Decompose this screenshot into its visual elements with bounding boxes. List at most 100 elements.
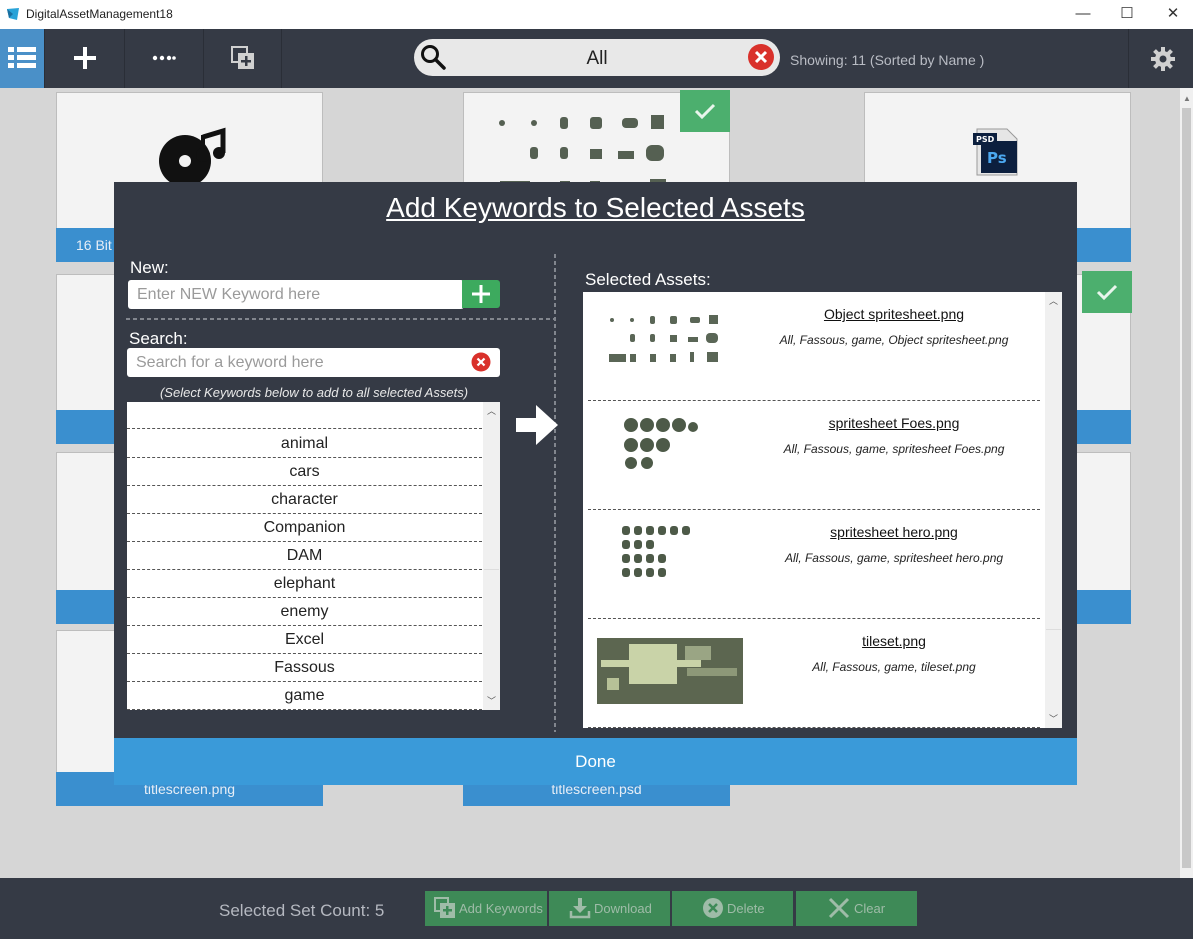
new-keyword-field[interactable] [128, 280, 464, 309]
keyword-search-input[interactable] [127, 348, 500, 377]
selected-check[interactable] [1082, 271, 1132, 313]
window-title: DigitalAssetManagement18 [26, 7, 173, 21]
delete-icon [703, 898, 723, 918]
clear-keyword-search-icon[interactable] [471, 352, 491, 372]
keyword-item[interactable]: character [127, 486, 482, 514]
add-keywords-label: Add Keywords [459, 901, 543, 916]
plus-icon [74, 47, 96, 69]
arrow-right-icon [516, 405, 558, 445]
add-keyword-icon [434, 897, 455, 918]
list-icon [8, 47, 36, 68]
asset-name[interactable]: spritesheet hero.png [738, 524, 1050, 540]
minimize-button[interactable]: — [1060, 0, 1106, 29]
keyword-item[interactable]: enemy [127, 598, 482, 626]
clear-label: Clear [854, 901, 886, 916]
keyword-item[interactable] [127, 402, 482, 429]
done-button[interactable]: Done [114, 738, 1077, 785]
keyword-hint: (Select Keywords below to add to all sel… [159, 385, 469, 400]
download-button[interactable]: Download [549, 891, 670, 926]
keyword-item[interactable]: cars [127, 458, 482, 486]
asset-name[interactable]: tileset.png [738, 633, 1050, 649]
hero-spritesheet-thumbnail [622, 526, 690, 577]
keyword-list-scrollbar[interactable]: ︿ ﹀ [483, 402, 500, 710]
add-new-keyword-button[interactable] [462, 280, 500, 308]
scroll-up-arrow[interactable]: ︿ [487, 404, 496, 417]
more-icon [152, 55, 176, 61]
object-spritesheet-thumbnail [609, 315, 718, 362]
asset-keywords: All, Fassous, game, spritesheet Foes.png [783, 442, 1005, 456]
clear-button[interactable]: Clear [796, 891, 917, 926]
scroll-up-arrow[interactable]: ▲ [1183, 94, 1191, 103]
keyword-item[interactable]: animal [127, 430, 482, 458]
scroll-up-arrow[interactable]: ︿ [1049, 294, 1058, 307]
keyword-item[interactable]: Companion [127, 514, 482, 542]
selected-assets-label: Selected Assets: [585, 270, 711, 289]
search-keyword-label: Search: [129, 329, 188, 348]
search-query[interactable]: All [414, 48, 780, 70]
asset-keywords: All, Fassous, game, tileset.png [812, 660, 976, 674]
scroll-down-arrow[interactable]: ﹀ [487, 694, 496, 707]
selected-assets-list: Object spritesheet.png All, Fassous, gam… [583, 292, 1062, 728]
main-toolbar: All Showing: 11 (Sorted by Name ) [0, 29, 1193, 88]
window-titlebar: DigitalAssetManagement18 — ☐ ✕ [0, 0, 1193, 29]
delete-label: Delete [727, 901, 765, 916]
app-logo-icon [7, 8, 19, 20]
selected-check[interactable] [680, 90, 730, 132]
keyword-list: animal cars character Companion DAM elep… [127, 402, 500, 710]
keyword-item[interactable]: elephant [127, 570, 482, 598]
settings-button[interactable] [1128, 29, 1193, 88]
selected-assets-scrollbar[interactable]: ︿ ﹀ [1045, 292, 1062, 728]
more-options-button[interactable] [125, 29, 204, 88]
tileset-thumbnail [597, 638, 743, 704]
assets-scroll-thumb[interactable] [1046, 310, 1061, 630]
selected-asset-item[interactable]: spritesheet hero.png All, Fassous, game,… [588, 510, 1040, 619]
download-label: Download [594, 901, 652, 916]
keyword-item[interactable]: Fassous [127, 654, 482, 682]
keyword-search-field[interactable] [127, 348, 500, 377]
window-close-button[interactable]: ✕ [1150, 0, 1193, 29]
dialog-title: Add Keywords to Selected Assets [386, 192, 805, 223]
selected-asset-item[interactable]: tileset.png All, Fassous, game, tileset.… [588, 619, 1040, 728]
clear-search-icon[interactable] [747, 43, 775, 71]
add-set-button[interactable] [204, 29, 282, 88]
gear-icon [1151, 47, 1175, 71]
list-view-button[interactable] [0, 29, 45, 88]
asset-keywords: All, Fassous, game, Object spritesheet.p… [779, 333, 1009, 347]
new-keyword-label: New: [130, 258, 169, 277]
delete-button[interactable]: Delete [672, 891, 793, 926]
clear-x-icon [828, 897, 850, 919]
add-keywords-button[interactable]: Add Keywords [425, 891, 547, 926]
foes-spritesheet-thumbnail [624, 418, 698, 469]
showing-count: Showing: 11 (Sorted by Name ) [790, 52, 985, 68]
gallery-scrollbar[interactable]: ▲ [1180, 88, 1193, 878]
scroll-down-arrow[interactable]: ﹀ [1049, 712, 1058, 725]
svg-text:Ps: Ps [987, 149, 1007, 167]
music-disc-icon [159, 127, 226, 187]
keyword-scroll-thumb[interactable] [484, 420, 499, 570]
vertical-divider [554, 254, 556, 732]
asset-keywords: All, Fassous, game, spritesheet hero.png [784, 551, 1004, 565]
keyword-item[interactable]: game [127, 682, 482, 710]
download-icon [569, 898, 591, 919]
horizontal-divider [126, 318, 554, 320]
selected-asset-item[interactable]: spritesheet Foes.png All, Fassous, game,… [588, 401, 1040, 510]
check-icon [1096, 284, 1118, 300]
status-bar: Selected Set Count: 5 Add Keywords Downl… [0, 878, 1193, 939]
gallery-scroll-thumb[interactable] [1182, 108, 1191, 868]
plus-icon [472, 285, 490, 303]
add-asset-button[interactable] [45, 29, 125, 88]
search-bar[interactable]: All [414, 39, 780, 76]
add-set-icon [231, 46, 254, 69]
keyword-item[interactable]: DAM [127, 542, 482, 570]
maximize-button[interactable]: ☐ [1104, 0, 1150, 29]
photoshop-file-icon: PSD Ps [973, 128, 1018, 176]
svg-text:PSD: PSD [976, 135, 995, 144]
asset-name[interactable]: spritesheet Foes.png [738, 415, 1050, 431]
new-keyword-input[interactable] [128, 280, 464, 309]
asset-name[interactable]: Object spritesheet.png [738, 306, 1050, 322]
check-icon [694, 103, 716, 119]
selected-set-count: Selected Set Count: 5 [219, 901, 385, 920]
sprite-thumbnail [499, 115, 666, 191]
selected-asset-item[interactable]: Object spritesheet.png All, Fassous, gam… [588, 292, 1040, 401]
keyword-item[interactable]: Excel [127, 626, 482, 654]
